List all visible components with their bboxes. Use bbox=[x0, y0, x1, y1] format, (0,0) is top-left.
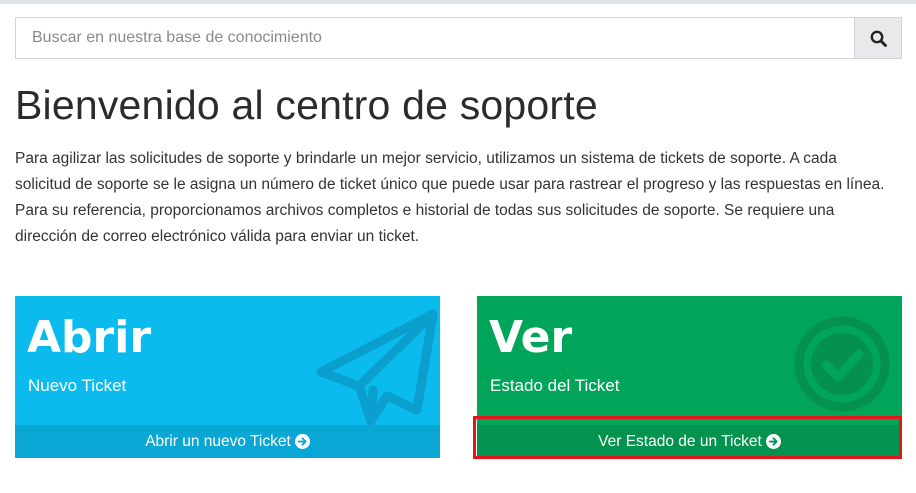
open-card-subtitle: Nuevo Ticket bbox=[28, 376, 127, 395]
open-ticket-card[interactable]: Abrir Nuevo Ticket Abrir un nuevo Ticket bbox=[15, 296, 440, 458]
top-divider bbox=[0, 0, 916, 4]
view-ticket-status-link[interactable]: Ver Estado de un Ticket bbox=[477, 425, 902, 458]
arrow-circle-right-icon bbox=[765, 434, 781, 449]
open-new-ticket-link[interactable]: Abrir un nuevo Ticket bbox=[15, 425, 440, 458]
search-bar bbox=[15, 17, 902, 59]
intro-paragraph: Para agilizar las solicitudes de soporte… bbox=[15, 150, 885, 245]
paper-plane-icon bbox=[316, 309, 438, 426]
search-button[interactable] bbox=[854, 17, 902, 59]
open-card-title: Abrir bbox=[27, 312, 152, 363]
search-input[interactable] bbox=[15, 17, 854, 59]
view-ticket-status-label: Ver Estado de un Ticket bbox=[598, 432, 762, 450]
view-ticket-card[interactable]: Ver Estado del Ticket Ver Estado de un T… bbox=[477, 296, 902, 458]
page-title: Bienvenido al centro de soporte bbox=[15, 82, 598, 128]
arrow-circle-right-icon bbox=[294, 434, 310, 449]
open-new-ticket-label: Abrir un nuevo Ticket bbox=[145, 432, 291, 450]
view-card-title: Ver bbox=[489, 312, 573, 363]
view-card-subtitle: Estado del Ticket bbox=[490, 376, 620, 395]
search-icon bbox=[870, 30, 887, 47]
check-circle-icon bbox=[794, 316, 890, 412]
